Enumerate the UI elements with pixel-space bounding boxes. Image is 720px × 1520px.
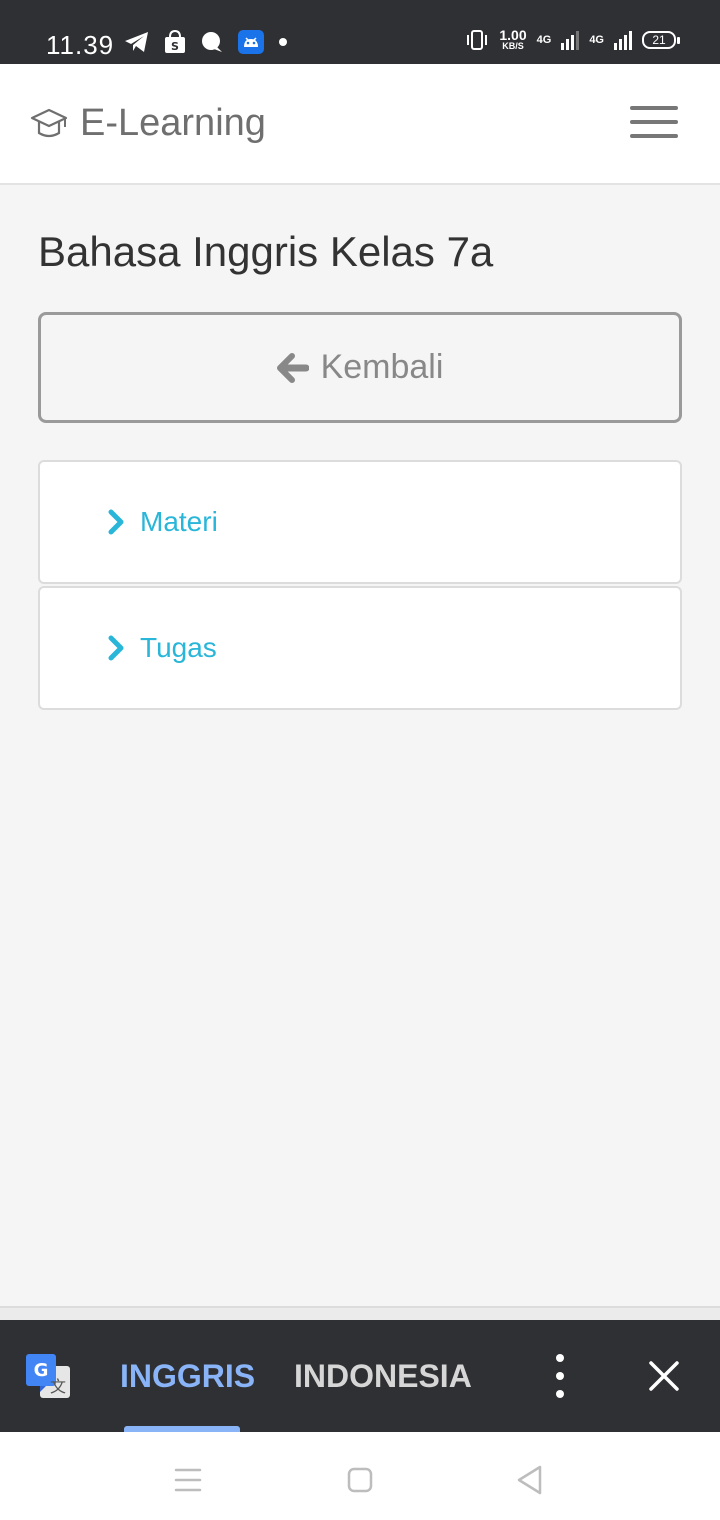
chevron-right-icon <box>108 509 124 535</box>
status-time: 11.39 <box>46 30 115 60</box>
list-item-materi[interactable]: Materi <box>38 460 682 584</box>
telegram-icon <box>125 32 148 52</box>
list-item-label: Tugas <box>140 632 217 663</box>
recents-icon[interactable] <box>168 1460 208 1500</box>
status-notification-icons: S <box>124 30 288 54</box>
back-icon[interactable] <box>510 1460 550 1500</box>
network-type-2: 4G <box>589 33 604 46</box>
svg-text:文: 文 <box>50 1377 66 1396</box>
page-title: Bahasa Inggris Kelas 7a <box>38 228 494 275</box>
more-vertical-icon[interactable] <box>548 1354 572 1398</box>
svg-text:G: G <box>34 1360 49 1381</box>
android-icon <box>238 30 264 54</box>
signal-icon <box>614 30 632 50</box>
translate-bar-divider <box>0 1306 720 1320</box>
graduation-cap-icon <box>30 108 68 137</box>
home-icon[interactable] <box>340 1460 380 1500</box>
chevron-right-icon <box>108 635 124 661</box>
list-item-tugas[interactable]: Tugas <box>38 586 682 710</box>
language-tab-inggris[interactable]: INGGRIS <box>120 1358 255 1395</box>
vibrate-icon <box>467 29 488 50</box>
list-item-label: Materi <box>140 506 218 537</box>
brand[interactable]: E-Learning <box>30 102 266 145</box>
system-nav-bar <box>0 1432 720 1520</box>
hamburger-menu-icon[interactable] <box>630 106 678 138</box>
menu-list: Materi Tugas <box>38 460 682 710</box>
battery-indicator: 21 <box>642 30 680 49</box>
language-tab-indonesia[interactable]: INDONESIA <box>294 1358 472 1395</box>
status-bar: 11.39 S 1.00 KB/S 4G 4G 21 <box>0 0 720 64</box>
network-type-1: 4G <box>536 33 552 46</box>
arrow-left-icon <box>276 352 309 383</box>
status-system-icons: 1.00 KB/S 4G 4G 21 <box>465 27 680 51</box>
svg-text:S: S <box>171 40 179 53</box>
notification-dot-icon <box>279 38 287 46</box>
network-speed: 1.00 KB/S <box>499 27 527 51</box>
app-header: E-Learning <box>0 64 720 185</box>
google-translate-icon[interactable]: G 文 <box>26 1354 70 1398</box>
translate-bar: G 文 INGGRIS INDONESIA <box>0 1320 720 1432</box>
back-button-label: Kembali <box>320 348 444 386</box>
close-icon[interactable] <box>646 1358 682 1394</box>
signal-icon <box>561 30 580 50</box>
brand-name: E-Learning <box>80 102 266 144</box>
shopee-icon: S <box>165 30 185 53</box>
back-button[interactable]: Kembali <box>38 312 682 423</box>
chat-bubble-icon <box>202 32 222 52</box>
